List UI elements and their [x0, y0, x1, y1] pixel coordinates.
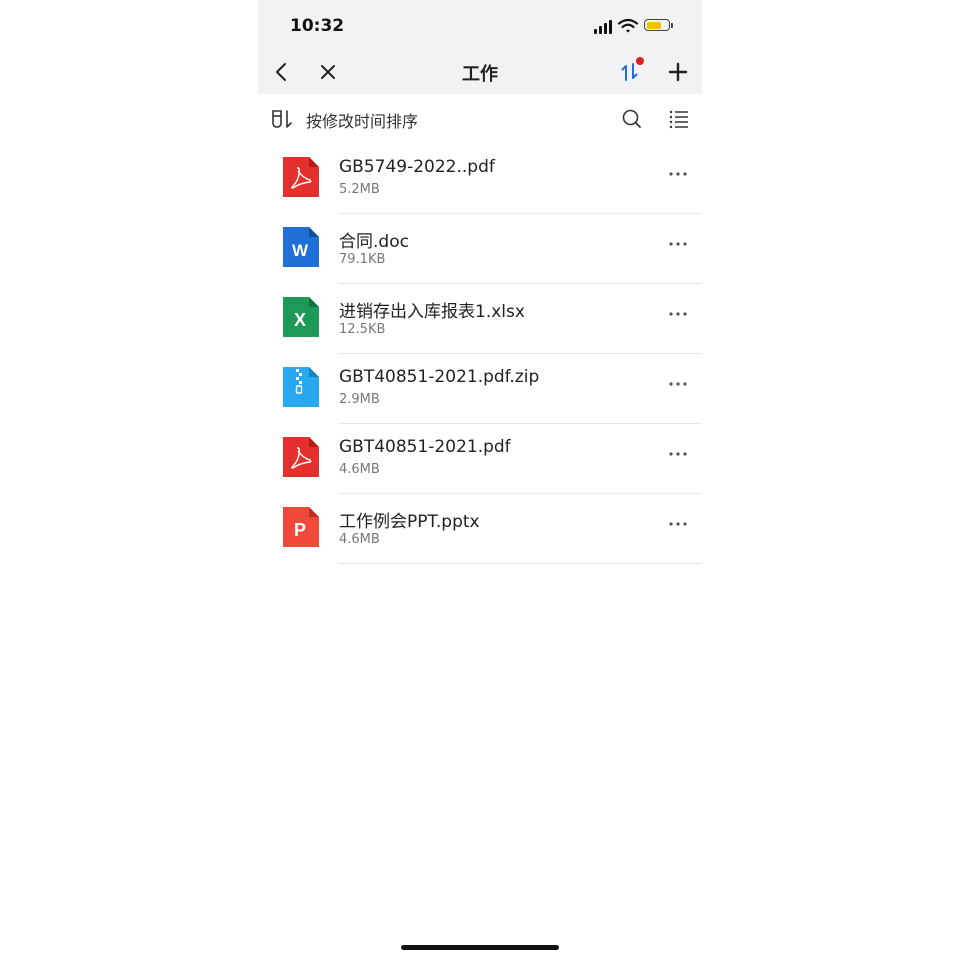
more-options-icon[interactable] — [666, 232, 690, 256]
status-icons — [594, 18, 684, 36]
status-bar: 10:32 — [258, 0, 702, 50]
file-size: 5.2MB — [339, 182, 380, 197]
plus-icon — [668, 62, 688, 82]
more-options-icon[interactable] — [666, 442, 690, 466]
row-divider — [338, 563, 702, 564]
file-row[interactable]: GB5749-2022..pdf 5.2MB — [258, 144, 702, 214]
excel-file-icon: X — [283, 297, 319, 337]
file-name: GBT40851-2021.pdf.zip — [339, 367, 540, 387]
wifi-icon — [618, 18, 638, 33]
file-size: 4.6MB — [339, 462, 380, 477]
home-indicator[interactable] — [401, 945, 559, 950]
file-list: GB5749-2022..pdf 5.2MB W 合同.doc 79.1KB X… — [258, 144, 702, 564]
more-options-icon[interactable] — [666, 162, 690, 186]
more-options-icon[interactable] — [666, 512, 690, 536]
file-size: 2.9MB — [339, 392, 380, 407]
file-name: 进销存出入库报表1.xlsx — [339, 302, 525, 322]
sort-toolbar: 按修改时间排序 — [258, 94, 702, 144]
file-row[interactable]: GBT40851-2021.pdf 4.6MB — [258, 424, 702, 494]
phone-screen: 10:32 工作 按修改时间排序 GB5749-2022..pdf 5.2MB … — [258, 0, 702, 960]
transfer-list-button[interactable] — [614, 56, 646, 88]
file-name: GBT40851-2021.pdf — [339, 437, 511, 457]
pdf-file-icon — [283, 157, 319, 197]
file-size: 4.6MB — [339, 532, 380, 547]
file-name: 工作例会PPT.pptx — [339, 512, 480, 532]
more-options-icon[interactable] — [666, 372, 690, 396]
file-size: 12.5KB — [339, 322, 386, 337]
battery-icon — [644, 19, 673, 31]
add-button[interactable] — [662, 56, 694, 88]
list-view-icon[interactable] — [668, 107, 690, 131]
navigation-bar: 工作 — [258, 50, 702, 94]
file-name: GB5749-2022..pdf — [339, 157, 495, 177]
file-name: 合同.doc — [339, 232, 409, 252]
word-file-icon: W — [283, 227, 319, 267]
ppt-letter: P — [294, 520, 306, 540]
sort-order-icon[interactable] — [270, 107, 294, 131]
pdf-file-icon — [283, 437, 319, 477]
file-row[interactable]: W 合同.doc 79.1KB — [258, 214, 702, 284]
search-icon[interactable] — [620, 107, 644, 131]
word-letter: W — [292, 241, 309, 260]
file-row[interactable]: P 工作例会PPT.pptx 4.6MB — [258, 494, 702, 564]
cellular-signal-icon — [594, 20, 612, 34]
ppt-file-icon: P — [283, 507, 319, 547]
file-row[interactable]: X 进销存出入库报表1.xlsx 12.5KB — [258, 284, 702, 354]
file-size: 79.1KB — [339, 252, 386, 267]
more-options-icon[interactable] — [666, 302, 690, 326]
notification-dot — [636, 57, 644, 65]
sort-label[interactable]: 按修改时间排序 — [306, 108, 418, 132]
excel-letter: X — [294, 310, 306, 330]
file-row[interactable]: GBT40851-2021.pdf.zip 2.9MB — [258, 354, 702, 424]
status-time: 10:32 — [290, 16, 345, 36]
zip-file-icon — [283, 367, 319, 407]
